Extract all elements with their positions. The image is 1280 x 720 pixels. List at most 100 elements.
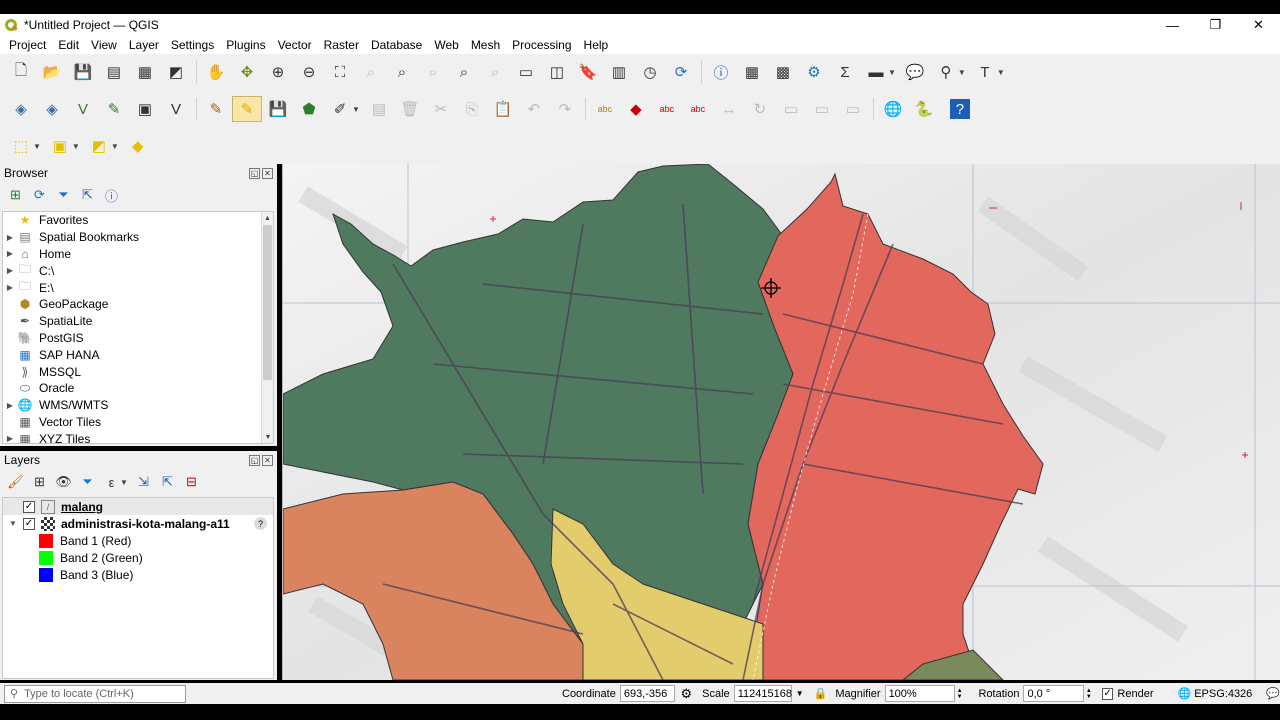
add-layer-icon[interactable]: ⊞ bbox=[4, 185, 27, 205]
expand-arrow-icon[interactable]: ▶ bbox=[3, 401, 17, 410]
magnifier-spinner[interactable]: ▲ ▼ bbox=[955, 688, 965, 700]
menu-help[interactable]: Help bbox=[578, 38, 615, 52]
new-geopackage-layer-icon[interactable]: ◈ bbox=[37, 96, 67, 122]
filter-legend-icon[interactable]: ⏷ bbox=[76, 472, 99, 492]
map-tips-icon[interactable]: 💬 bbox=[900, 59, 930, 85]
show-bookmarks-icon[interactable]: ▥ bbox=[604, 59, 634, 85]
remove-layer-icon[interactable]: ⊟ bbox=[180, 472, 203, 492]
messages-icon[interactable]: 💬 bbox=[1266, 687, 1280, 700]
show-hide-labels-icon[interactable]: ▭ bbox=[807, 96, 837, 122]
rotation-field[interactable]: 0,0 ° bbox=[1023, 685, 1084, 702]
chevron-down-icon[interactable]: ▼ bbox=[120, 478, 128, 487]
rotate-label-icon[interactable]: ↻ bbox=[745, 96, 775, 122]
menu-web[interactable]: Web bbox=[428, 38, 464, 52]
expand-arrow-icon[interactable]: ▶ bbox=[3, 434, 17, 443]
current-edits-icon[interactable]: ✎ bbox=[201, 96, 231, 122]
chevron-down-icon[interactable]: ▼ bbox=[352, 105, 360, 114]
select-by-value-icon[interactable]: ▣ bbox=[45, 133, 75, 159]
help-contents-icon[interactable]: ? bbox=[949, 99, 970, 119]
menu-vector[interactable]: Vector bbox=[272, 38, 318, 52]
copy-features-icon[interactable]: ⎘ bbox=[457, 96, 487, 122]
menu-layer[interactable]: Layer bbox=[123, 38, 165, 52]
close-button[interactable]: ✕ bbox=[1237, 14, 1280, 36]
layout-manager-icon[interactable]: ▦ bbox=[130, 59, 160, 85]
zoom-native-icon[interactable]: ⌕ bbox=[418, 59, 448, 85]
menu-settings[interactable]: Settings bbox=[165, 38, 220, 52]
scroll-up-icon[interactable]: ▲ bbox=[262, 212, 273, 224]
collapse-all-icon[interactable]: ⇱ bbox=[76, 185, 99, 205]
vertex-tool-icon[interactable]: ✐ bbox=[325, 96, 355, 122]
identify-features-icon[interactable]: ⓘ bbox=[706, 59, 736, 85]
close-panel-icon[interactable]: ✕ bbox=[262, 167, 273, 179]
redo-icon[interactable]: ↷ bbox=[550, 96, 580, 122]
move-label-icon[interactable]: ↔ bbox=[714, 96, 744, 122]
tree-item-vector-tiles[interactable]: ▦ Vector Tiles bbox=[3, 414, 273, 431]
render-checkbox[interactable]: ✓ bbox=[1101, 687, 1114, 700]
zoom-in-icon[interactable]: ⊕ bbox=[263, 59, 293, 85]
zoom-last-icon[interactable]: ⌕ bbox=[449, 59, 479, 85]
add-virtual-layer-icon[interactable]: V bbox=[161, 96, 191, 122]
expand-all-icon[interactable]: ⇲ bbox=[132, 472, 155, 492]
tree-item-mssql[interactable]: ⟫ MSSQL bbox=[3, 363, 273, 380]
restore-button[interactable]: ❐ bbox=[1194, 14, 1237, 36]
add-group-icon[interactable]: ⊞ bbox=[28, 472, 51, 492]
expand-arrow-icon[interactable]: ▶ bbox=[3, 233, 17, 242]
layer-styling-icon[interactable]: 🖌 bbox=[4, 472, 27, 492]
toggle-editing-icon[interactable]: ✎ bbox=[232, 96, 262, 122]
select-features-icon[interactable]: ⬚ bbox=[6, 133, 36, 159]
zoom-selection-icon[interactable]: ⌕ bbox=[356, 59, 386, 85]
tree-item-wms-wmts[interactable]: ▶ 🌐 WMS/WMTS bbox=[3, 397, 273, 414]
select-features-by-location-icon[interactable]: ⚲ bbox=[931, 59, 961, 85]
rotation-spinner[interactable]: ▲ ▼ bbox=[1084, 688, 1094, 700]
layer-visibility-checkbox[interactable]: ✓ bbox=[23, 517, 35, 530]
expand-arrow-icon[interactable]: ▶ bbox=[3, 266, 17, 275]
data-source-manager-icon[interactable]: ◈ bbox=[6, 96, 36, 122]
paste-features-icon[interactable]: 📋 bbox=[488, 96, 518, 122]
chevron-down-icon[interactable]: ▼ bbox=[33, 142, 41, 151]
menu-project[interactable]: Project bbox=[3, 38, 52, 52]
scroll-down-icon[interactable]: ▼ bbox=[262, 431, 273, 443]
scale-dropdown-icon[interactable]: ▼ bbox=[796, 689, 804, 698]
print-layout-icon[interactable]: ▤ bbox=[99, 59, 129, 85]
pin-labels-icon[interactable]: abc bbox=[652, 96, 682, 122]
move-diagram-icon[interactable]: ▭ bbox=[838, 96, 868, 122]
browser-scrollbar[interactable]: ▲ ▼ bbox=[261, 212, 273, 443]
filter-icon[interactable]: ⏷ bbox=[52, 185, 75, 205]
add-feature-icon[interactable]: ⬟ bbox=[294, 96, 324, 122]
change-label-icon[interactable]: ▭ bbox=[776, 96, 806, 122]
pan-icon[interactable]: ✋ bbox=[201, 59, 231, 85]
magnifier-field[interactable]: 100% bbox=[884, 685, 955, 702]
collapse-all-icon[interactable]: ⇱ bbox=[156, 472, 179, 492]
open-attribute-table-icon[interactable]: ▦ bbox=[737, 59, 767, 85]
highlight-pinned-labels-icon[interactable]: abc bbox=[683, 96, 713, 122]
undo-icon[interactable]: ↶ bbox=[519, 96, 549, 122]
minimize-button[interactable]: — bbox=[1151, 14, 1194, 36]
expand-arrow-icon[interactable]: ▶ bbox=[3, 249, 17, 258]
text-annotation-icon[interactable]: T bbox=[970, 59, 1000, 85]
chevron-down-icon[interactable]: ▼ bbox=[72, 142, 80, 151]
layer-row-malang[interactable]: ✓ / malang bbox=[3, 498, 273, 515]
tree-item-e-drive[interactable]: ▶ 🗀 E:\ bbox=[3, 279, 273, 296]
close-panel-icon[interactable]: ✕ bbox=[262, 454, 273, 466]
save-edits-icon[interactable]: 💾 bbox=[263, 96, 293, 122]
zoom-layer-icon[interactable]: ⌕ bbox=[387, 59, 417, 85]
crs-button[interactable]: EPSG:4326 bbox=[1194, 688, 1252, 700]
tree-item-oracle[interactable]: ⬭ Oracle bbox=[3, 380, 273, 397]
add-spatialite-layer-icon[interactable]: ▣ bbox=[130, 96, 160, 122]
float-panel-icon[interactable]: ◱ bbox=[249, 454, 260, 466]
new-project-icon[interactable]: 🗋 bbox=[6, 59, 36, 85]
info-icon[interactable]: ⓘ bbox=[100, 185, 123, 205]
field-calculator-icon[interactable]: ▩ bbox=[768, 59, 798, 85]
tree-item-favorites[interactable]: ★ Favorites bbox=[3, 212, 273, 229]
refresh-icon[interactable]: ⟳ bbox=[666, 59, 696, 85]
tree-item-geopackage[interactable]: ⬢ GeoPackage bbox=[3, 296, 273, 313]
plugin-globe-icon[interactable]: 🌐 bbox=[878, 96, 908, 122]
python-console-icon[interactable]: 🐍 bbox=[909, 96, 939, 122]
collapse-arrow-icon[interactable]: ▼ bbox=[3, 519, 23, 528]
processing-toolbox-icon[interactable]: ⚙ bbox=[799, 59, 829, 85]
toggle-extents-icon[interactable]: ⚙ bbox=[681, 686, 693, 702]
measure-line-icon[interactable]: ▬ bbox=[861, 59, 891, 85]
layer-warning-icon[interactable]: ? bbox=[254, 517, 267, 530]
open-project-icon[interactable]: 📂 bbox=[37, 59, 67, 85]
chevron-down-icon[interactable]: ▼ bbox=[111, 142, 119, 151]
